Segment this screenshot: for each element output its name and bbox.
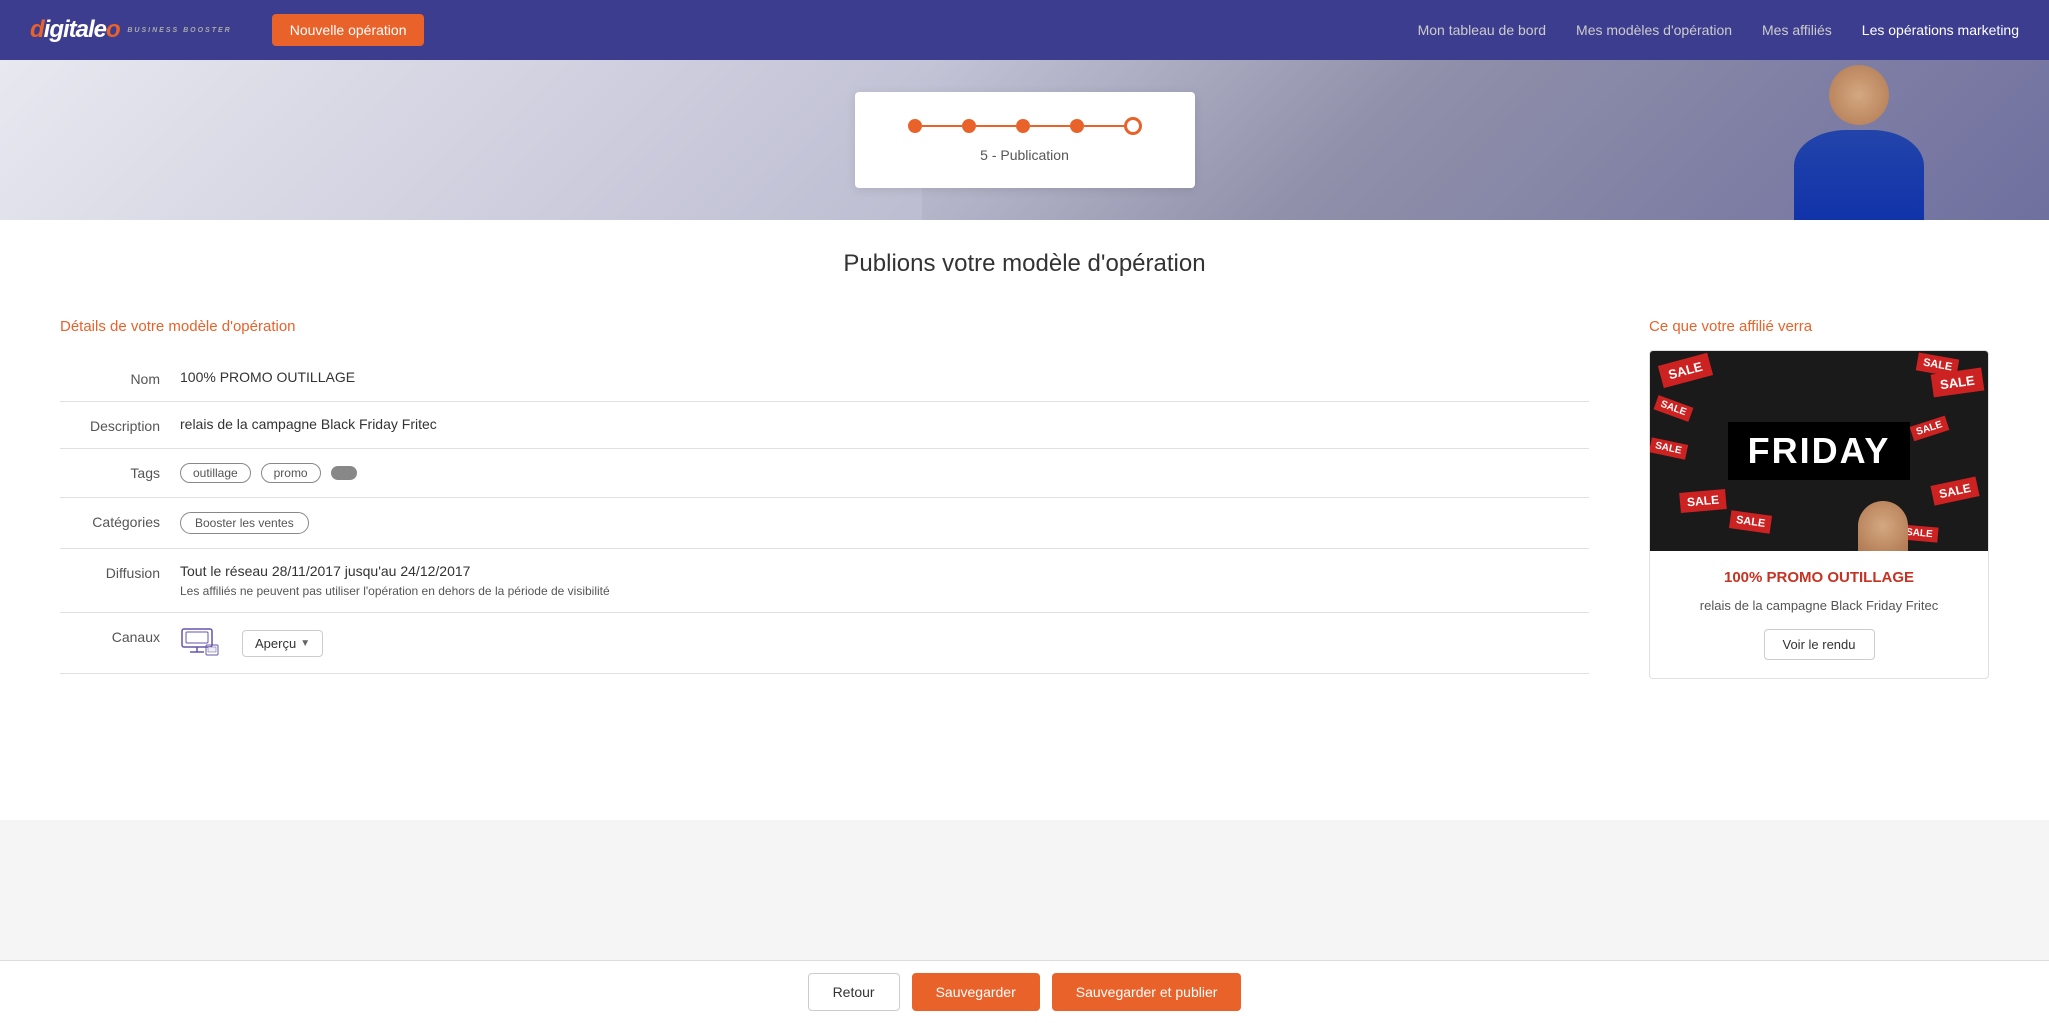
step-dot-5 (1124, 117, 1142, 135)
tags-label: Tags (60, 463, 160, 481)
apercu-button[interactable]: Aperçu ▼ (242, 630, 323, 657)
nav-link-tableau[interactable]: Mon tableau de bord (1418, 22, 1546, 38)
hero-banner: 5 - Publication (0, 60, 2049, 220)
diffusion-line2: Les affiliés ne peuvent pas utiliser l'o… (180, 584, 1589, 598)
page-title: Publions votre modèle d'opération (60, 250, 1989, 278)
preview-image: SALE SALE SALE SALE SALE SALE SALE SALE … (1650, 351, 1988, 551)
tag-outillage: outillage (180, 463, 251, 483)
step-dot-1 (908, 119, 922, 133)
nav-link-modeles[interactable]: Mes modèles d'opération (1576, 22, 1732, 38)
description-label: Description (60, 416, 160, 434)
description-value: relais de la campagne Black Friday Frite… (180, 416, 1589, 432)
nom-value: 100% PROMO OUTILLAGE (180, 369, 1589, 385)
detail-row-categories: Catégories Booster les ventes (60, 498, 1589, 549)
category-pill: Booster les ventes (180, 512, 309, 534)
step-dot-3 (1016, 119, 1030, 133)
two-column-layout: Détails de votre modèle d'opération Nom … (60, 318, 1989, 679)
brand-logo: digitaleo BUSINESS BOOSTER (30, 16, 232, 44)
step-line-2 (976, 125, 1016, 127)
person-face-preview (1858, 501, 1908, 551)
preview-name: 100% PROMO OUTILLAGE (1670, 569, 1968, 586)
channel-display-icon (180, 627, 220, 659)
nav-link-affilies[interactable]: Mes affiliés (1762, 22, 1832, 38)
tag-link-icon (331, 466, 357, 480)
detail-row-diffusion: Diffusion Tout le réseau 28/11/2017 jusq… (60, 549, 1589, 613)
preview-body: 100% PROMO OUTILLAGE relais de la campag… (1650, 551, 1988, 678)
sale-tag-5: SALE (1650, 437, 1688, 459)
sale-tag-7: SALE (1729, 510, 1772, 534)
step-dot-2 (962, 119, 976, 133)
sale-tag-10: SALE (1910, 416, 1950, 442)
sale-tag-1: SALE (1658, 353, 1713, 388)
brand-name: digitaleo BUSINESS BOOSTER (30, 16, 232, 44)
categories-label: Catégories (60, 512, 160, 530)
step-line-3 (1030, 125, 1070, 127)
sale-tag-8: SALE (1930, 476, 1979, 505)
main-content: Publions votre modèle d'opération Détail… (0, 220, 2049, 820)
sauvegarder-button[interactable]: Sauvegarder (912, 973, 1040, 1011)
retour-button[interactable]: Retour (808, 973, 900, 1011)
tag-promo: promo (261, 463, 321, 483)
preview-card: SALE SALE SALE SALE SALE SALE SALE SALE … (1649, 350, 1989, 679)
nav-link-operations[interactable]: Les opérations marketing (1862, 22, 2019, 38)
step-card: 5 - Publication (855, 92, 1195, 188)
detail-row-description: Description relais de la campagne Black … (60, 402, 1589, 449)
step-dot-4 (1070, 119, 1084, 133)
voir-rendu-button[interactable]: Voir le rendu (1764, 629, 1875, 660)
tags-value: outillage promo (180, 463, 1589, 483)
details-column: Détails de votre modèle d'opération Nom … (60, 318, 1589, 674)
step-label: 5 - Publication (895, 147, 1155, 163)
sauvegarder-publier-button[interactable]: Sauvegarder et publier (1052, 973, 1242, 1011)
friday-text: FRIDAY (1728, 422, 1911, 480)
step-line-4 (1084, 125, 1124, 127)
detail-row-nom: Nom 100% PROMO OUTILLAGE (60, 355, 1589, 402)
apercu-dropdown-arrow: ▼ (300, 638, 310, 649)
navbar: digitaleo BUSINESS BOOSTER Nouvelle opér… (0, 0, 2049, 60)
diffusion-label: Diffusion (60, 563, 160, 581)
person-image (1749, 60, 1969, 220)
diffusion-value: Tout le réseau 28/11/2017 jusqu'au 24/12… (180, 563, 1589, 598)
preview-column: Ce que votre affilié verra SALE SALE SAL… (1649, 318, 1989, 679)
preview-description: relais de la campagne Black Friday Frite… (1670, 598, 1968, 613)
nav-links: Mon tableau de bord Mes modèles d'opérat… (1418, 22, 2019, 38)
canaux-value: Aperçu ▼ (180, 627, 1589, 659)
footer-bar: Retour Sauvegarder Sauvegarder et publie… (0, 960, 2049, 1023)
sale-tag-3: SALE (1654, 395, 1694, 422)
new-operation-button[interactable]: Nouvelle opération (272, 14, 425, 46)
step-line-1 (922, 125, 962, 127)
detail-row-canaux: Canaux Aperçu (60, 613, 1589, 674)
canaux-label: Canaux (60, 627, 160, 645)
nom-label: Nom (60, 369, 160, 387)
detail-row-tags: Tags outillage promo (60, 449, 1589, 498)
sale-tag-6: SALE (1679, 489, 1727, 513)
details-section-title: Détails de votre modèle d'opération (60, 318, 1589, 335)
categories-value: Booster les ventes (180, 512, 1589, 534)
diffusion-line1: Tout le réseau 28/11/2017 jusqu'au 24/12… (180, 563, 1589, 579)
step-progress (895, 117, 1155, 135)
apercu-btn-label: Aperçu (255, 636, 296, 651)
preview-section-title: Ce que votre affilié verra (1649, 318, 1989, 335)
